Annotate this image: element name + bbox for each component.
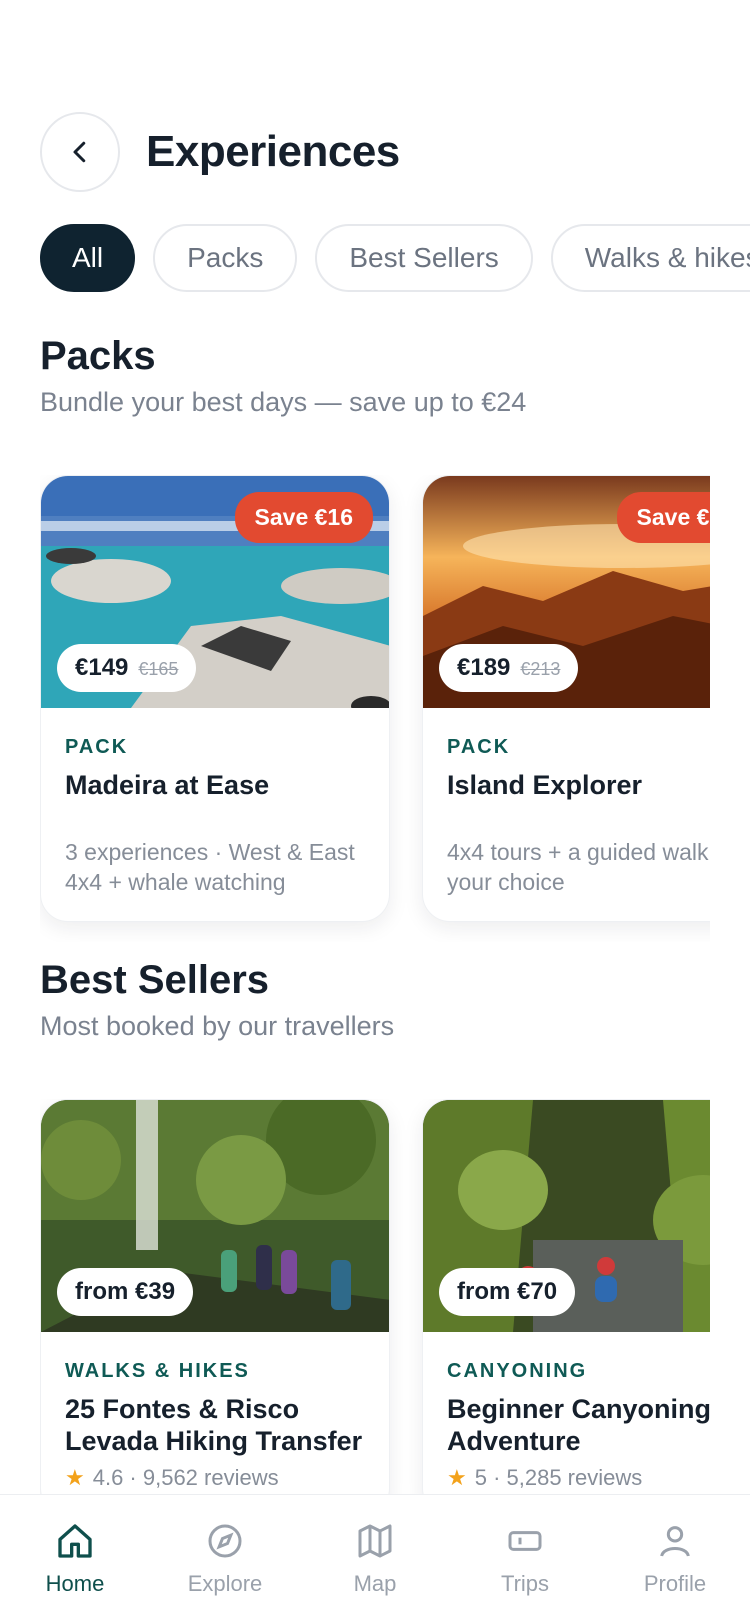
card-title: Beginner Canyoning Adventure — [447, 1394, 710, 1456]
tab-label: Profile — [643, 1571, 707, 1596]
chip-walks-hikes[interactable]: Walks & hikes — [550, 224, 750, 292]
card-category: PACK — [447, 736, 511, 758]
card-category: CANYONING — [447, 1360, 588, 1382]
star-icon: ★ — [65, 1465, 85, 1490]
user-icon — [660, 1526, 690, 1557]
rating-text: 5 · 5,285 reviews — [474, 1465, 643, 1490]
tab-home[interactable]: Home — [10, 1521, 140, 1624]
tab-label: Map — [353, 1571, 397, 1596]
pack-card[interactable]: Save €24 €189 €213 PACK Island Explorer … — [422, 475, 710, 922]
price-now: €189 — [457, 654, 511, 681]
packs-section-subtitle: Bundle your best days — save up to €24 — [40, 387, 527, 417]
save-badge: Save €16 — [234, 492, 373, 543]
tab-label: Explore — [187, 1571, 263, 1596]
chip-all[interactable]: All — [40, 224, 136, 292]
experience-card-image: from €70 — [423, 1100, 710, 1332]
card-title: 25 Fontes & Risco Levada Hiking Transfer — [65, 1394, 363, 1456]
header: Experiences — [40, 112, 750, 192]
experience-card[interactable]: from €70 CANYONING Beginner Canyoning Ad… — [422, 1099, 710, 1516]
chip-packs[interactable]: Packs — [153, 224, 298, 292]
tab-explore[interactable]: Explore — [160, 1521, 290, 1624]
card-title: Island Explorer — [447, 770, 643, 800]
chevron-left-icon — [73, 141, 86, 163]
rating: ★ 5 · 5,285 reviews — [447, 1465, 710, 1491]
pack-card[interactable]: Save €16 €149 €165 PACK Madeira at Ease … — [40, 475, 390, 922]
card-description: 3 experiences · West & East 4x4 + whale … — [65, 839, 355, 895]
rating: ★ 4.6 · 9,562 reviews — [65, 1465, 365, 1491]
price-pill: €149 €165 — [57, 644, 197, 692]
back-button[interactable] — [40, 112, 120, 192]
best-sellers-section-title: Best Sellers — [40, 958, 270, 1002]
price-pill: €189 €213 — [439, 644, 579, 692]
bottom-tab-bar: Home Explore Map Trips Profile — [0, 1494, 750, 1624]
tab-map[interactable]: Map — [310, 1521, 440, 1624]
price-pill: from €70 — [439, 1268, 576, 1316]
star-icon: ★ — [447, 1465, 467, 1490]
price-now: €149 — [75, 654, 129, 681]
rating-text: 4.6 · 9,562 reviews — [92, 1465, 279, 1490]
packs-section-title: Packs — [40, 334, 156, 378]
compass-icon — [208, 1524, 242, 1558]
card-title: Madeira at Ease — [65, 770, 270, 800]
filter-chips: All Packs Best Sellers Walks & hikes — [40, 224, 750, 292]
pack-card-image: Save €16 €149 €165 — [41, 476, 389, 708]
tab-label: Home — [45, 1571, 105, 1596]
card-category: WALKS & HIKES — [65, 1360, 250, 1382]
tab-label: Trips — [500, 1571, 550, 1596]
price-pill: from €39 — [57, 1268, 194, 1316]
best-sellers-section-subtitle: Most booked by our travellers — [40, 1011, 395, 1041]
chip-best-sellers[interactable]: Best Sellers — [315, 224, 533, 292]
ticket-icon — [508, 1531, 542, 1551]
card-description: 4x4 tours + a guided walk of your choice — [447, 839, 710, 895]
packs-rail: Save €16 €149 €165 PACK Madeira at Ease … — [40, 475, 710, 942]
tab-trips[interactable]: Trips — [460, 1521, 590, 1624]
card-category: PACK — [65, 736, 129, 758]
price-old: €213 — [520, 659, 561, 679]
best-sellers-rail: from €39 WALKS & HIKES 25 Fontes & Risco… — [40, 1099, 710, 1536]
price-old: €165 — [138, 659, 179, 679]
pack-card-image: Save €24 €189 €213 — [423, 476, 710, 708]
map-icon — [358, 1524, 392, 1558]
tab-profile[interactable]: Profile — [610, 1521, 740, 1624]
home-icon — [58, 1524, 92, 1558]
save-badge: Save €24 — [616, 492, 710, 543]
experience-card[interactable]: from €39 WALKS & HIKES 25 Fontes & Risco… — [40, 1099, 390, 1516]
experience-card-image: from €39 — [41, 1100, 389, 1332]
page-title: Experiences — [146, 127, 400, 176]
